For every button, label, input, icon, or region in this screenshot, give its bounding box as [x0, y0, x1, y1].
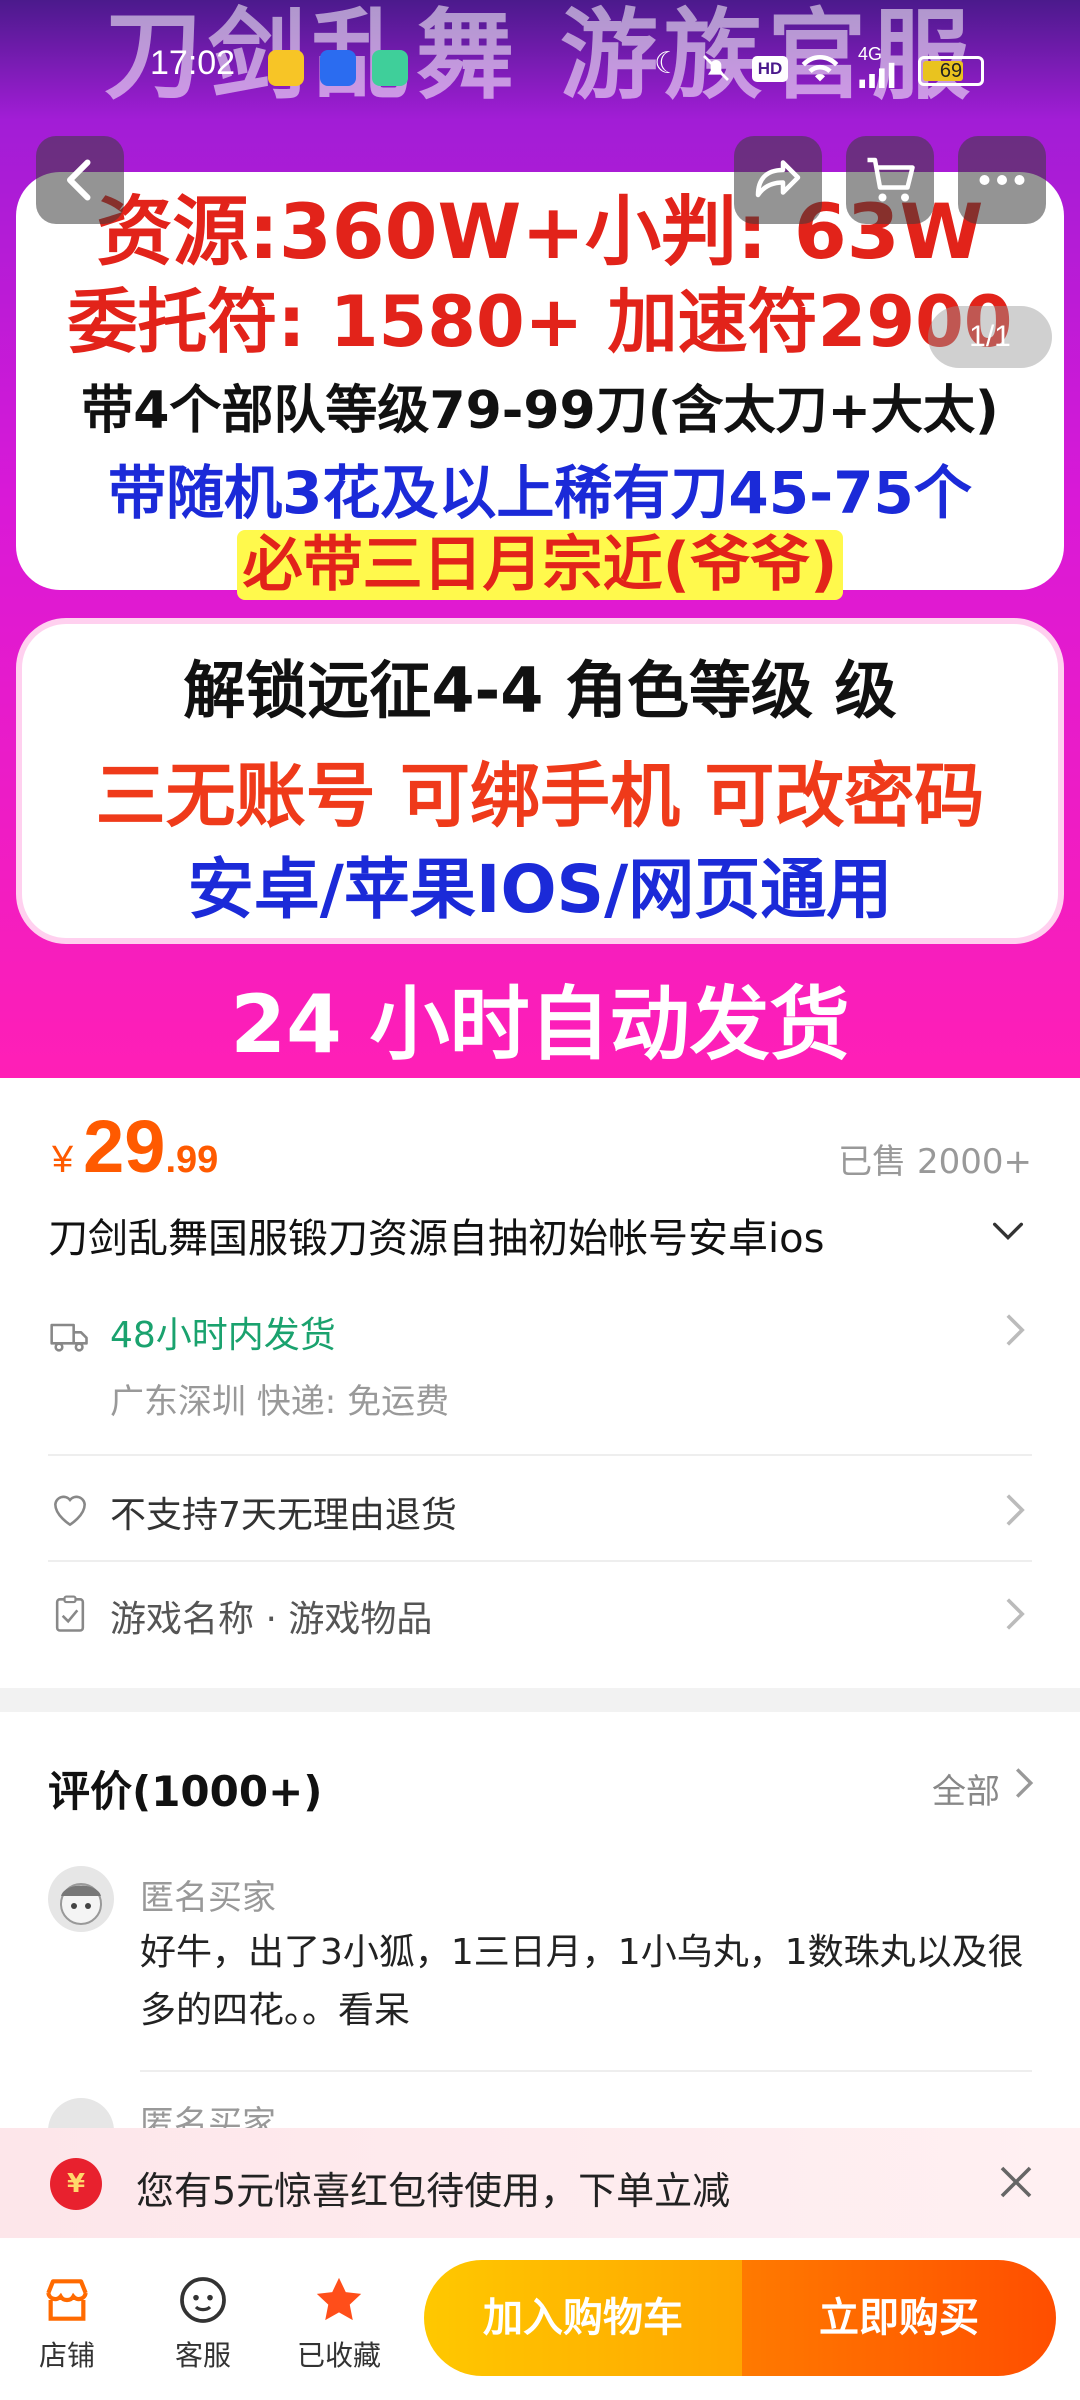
- banner-line-unlock: 解锁远征4-4 角色等级 级: [183, 654, 897, 727]
- returns-text: 不支持7天无理由退货: [110, 1495, 457, 1536]
- returns-row[interactable]: 不支持7天无理由退货: [48, 1486, 1032, 1536]
- price-decimal: .99: [165, 1139, 219, 1181]
- favorite-label: 已收藏: [296, 2339, 381, 2372]
- coupon-text: 您有5元惊喜红包待使用，下单立减: [136, 2169, 731, 2213]
- banner-line-talismans: 委托符: 1580+ 加速符2900: [67, 281, 1013, 363]
- chevron-right-icon: [1006, 1494, 1025, 1526]
- clipboard-icon: [55, 1595, 85, 1632]
- avatar-icon: [60, 1883, 102, 1925]
- signal-icon: [859, 62, 895, 88]
- heart-icon: [54, 1495, 86, 1527]
- customer-service-button[interactable]: 客服: [148, 2272, 258, 2374]
- review-username: 匿名买家: [140, 1878, 276, 1918]
- chat-icon: [180, 2277, 226, 2323]
- status-time: 17:02: [150, 44, 236, 82]
- shield-app-icon: [320, 50, 356, 86]
- back-button[interactable]: [36, 136, 124, 224]
- cart-icon: [867, 157, 915, 202]
- coupon-banner[interactable]: ¥ 您有5元惊喜红包待使用，下单立减: [0, 2128, 1080, 2238]
- banner-line-platforms: 安卓/苹果IOS/网页通用: [187, 851, 893, 928]
- cart-button[interactable]: [846, 136, 934, 224]
- bottom-action-bar: 店铺 客服 已收藏 加入购物车 立即购买: [0, 2238, 1080, 2400]
- red-envelope-symbol: ¥: [66, 2169, 86, 2199]
- shop-label: 店铺: [38, 2339, 95, 2372]
- shop-icon: [46, 2279, 88, 2321]
- sold-count: 已售 2000+: [838, 1142, 1032, 1182]
- shipping-row[interactable]: 48小时内发货 广东深圳 快递: 免运费: [48, 1306, 1032, 1422]
- banner-line-account: 三无账号 可绑手机 可改密码: [95, 755, 985, 837]
- divider: [48, 1560, 1032, 1562]
- moon-icon: ☾: [654, 46, 681, 81]
- chevron-right-icon[interactable]: [1012, 1766, 1036, 1800]
- buy-now-button[interactable]: 立即购买: [742, 2260, 1056, 2376]
- image-counter: 1/1: [928, 306, 1052, 368]
- close-icon[interactable]: [992, 2158, 1040, 2206]
- shop-button[interactable]: 店铺: [12, 2272, 122, 2374]
- reviews-title: 评价(1000+): [48, 1767, 323, 1816]
- review-text: 好牛，出了3小狐，1三日月，1小乌丸，1数珠丸以及很多的四花。。看呆: [140, 1932, 1024, 2031]
- share-icon: [755, 160, 801, 198]
- chevron-right-icon: [1006, 1314, 1025, 1346]
- banner-line-delivery: 24 小时自动发货: [230, 978, 850, 1071]
- wifi-icon: [801, 54, 839, 82]
- price: ¥29.99: [52, 1104, 218, 1189]
- shipping-origin: 广东深圳 快递: 免运费: [110, 1382, 450, 1422]
- favorite-button[interactable]: 已收藏: [284, 2272, 394, 2374]
- divider: [48, 1454, 1032, 1456]
- star-icon: [316, 2277, 362, 2321]
- battery-icon: 69: [918, 56, 984, 86]
- banner-line-guaranteed: 必带三日月宗近(爷爷): [0, 516, 1080, 603]
- avatar: [48, 1866, 114, 1932]
- reviews-section: 评价(1000+) 全部 匿名买家 好牛，出了3小狐，1三日月，1小乌丸，1数珠…: [0, 1712, 1080, 2164]
- add-to-cart-button[interactable]: 加入购物车: [424, 2260, 742, 2376]
- app-notification-icon: [372, 50, 408, 86]
- chevron-left-icon: [67, 159, 91, 201]
- price-integer: 29: [83, 1105, 166, 1188]
- mute-bell-icon: [703, 55, 729, 81]
- product-title[interactable]: 刀剑乱舞国服锻刀资源自抽初始帐号安卓ios: [48, 1206, 824, 1264]
- banner-highlight-text: 必带三日月宗近(爷爷): [236, 530, 844, 600]
- red-envelope-icon: ¥: [50, 2158, 102, 2210]
- shipping-promise: 48小时内发货: [110, 1315, 336, 1356]
- reviews-all-link[interactable]: 全部: [932, 1764, 1000, 1813]
- battery-level: 69: [939, 60, 963, 82]
- chevron-right-icon: [1006, 1598, 1025, 1630]
- truck-icon: [50, 1323, 88, 1352]
- weibo-icon: [268, 50, 304, 86]
- share-button[interactable]: [734, 136, 822, 224]
- product-info: ¥29.99 已售 2000+ 刀剑乱舞国服锻刀资源自抽初始帐号安卓ios 48…: [0, 1078, 1080, 1688]
- service-label: 客服: [174, 2339, 231, 2372]
- chevron-down-icon[interactable]: [988, 1216, 1028, 1246]
- params-text: 游戏名称 · 游戏物品: [110, 1599, 433, 1640]
- more-icon: [979, 175, 1025, 185]
- status-bar: 17:02 ☾ HD 4G 69: [0, 0, 1080, 112]
- currency-symbol: ¥: [52, 1139, 74, 1181]
- divider: [140, 2070, 1032, 2072]
- banner-line-troops: 带4个部队等级79-99刀(含太刀+大太): [81, 381, 999, 441]
- more-button[interactable]: [958, 136, 1046, 224]
- params-row[interactable]: 游戏名称 · 游戏物品: [48, 1590, 1032, 1640]
- hd-icon: HD: [752, 56, 788, 82]
